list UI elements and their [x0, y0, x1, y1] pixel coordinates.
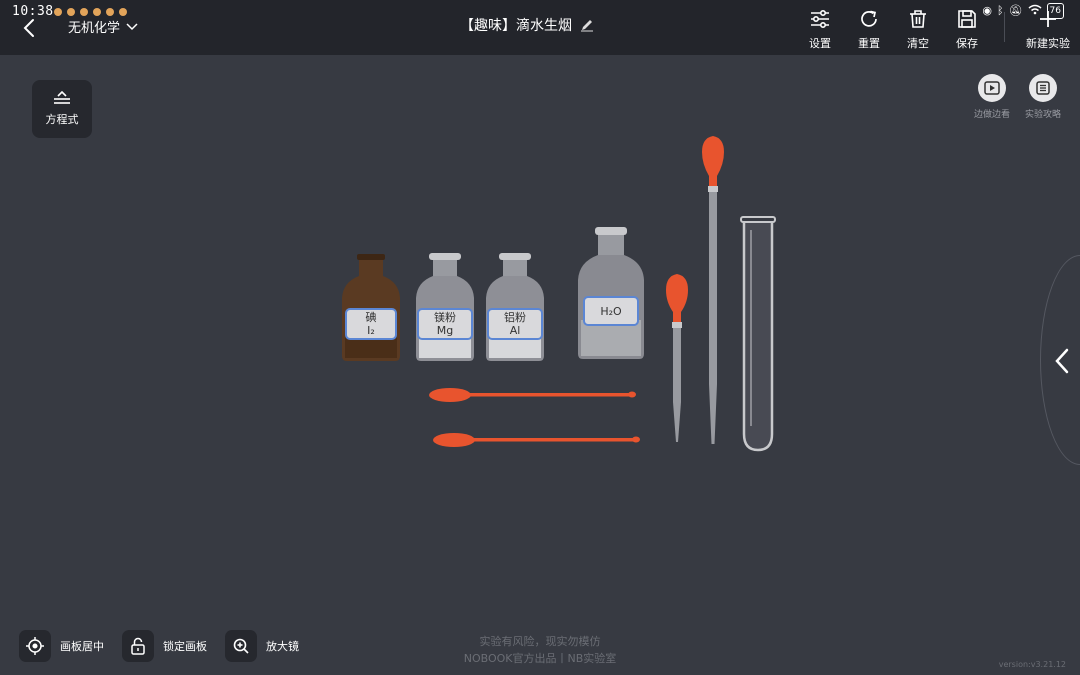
- spoon-icon: [429, 388, 636, 402]
- dropper-long[interactable]: [700, 134, 726, 448]
- medicine-spoon[interactable]: [432, 431, 642, 449]
- play-icon: [978, 74, 1006, 102]
- apparatus-drawer-toggle[interactable]: [1040, 255, 1080, 465]
- reagent-formula: I₂: [367, 324, 375, 337]
- clear-button[interactable]: 清空: [898, 8, 938, 52]
- top-bar: 10:38 ◉ ᛒ 🔕︎ 76 无机化学 【趣味】滴水生烟 设置 重置 清空 保…: [0, 0, 1080, 55]
- experiment-guide-label: 实验攻略: [1024, 110, 1061, 120]
- edit-pencil-icon: [581, 20, 593, 32]
- brand-credit: NOBOOK官方出品丨NB实验室: [463, 652, 617, 665]
- save-icon: [958, 10, 976, 28]
- new-experiment-button[interactable]: 新建实验: [1026, 8, 1070, 52]
- back-button[interactable]: [18, 14, 40, 42]
- watch-while-doing-button[interactable]: 边做边看: [967, 74, 1017, 120]
- chevron-left-icon: [23, 19, 34, 37]
- clear-bottle-icon: [578, 227, 644, 359]
- notification-icon: [119, 8, 127, 16]
- reagent-label: 碘 I₂: [345, 308, 397, 340]
- lock-canvas-button[interactable]: 锁定画板: [122, 630, 207, 662]
- dropper-icon: [666, 274, 688, 442]
- settings-button[interactable]: 设置: [800, 8, 840, 52]
- reagent-bottle-magnesium[interactable]: 镁粉 Mg: [413, 252, 477, 364]
- version-label: version:v3.21.12: [998, 660, 1066, 669]
- notification-icon: [67, 8, 75, 16]
- watch-while-doing-label: 边做边看: [973, 110, 1010, 120]
- reagent-label: 铝粉 Al: [487, 308, 543, 340]
- reagent-name: 镁粉: [434, 311, 456, 324]
- magnifier-button[interactable]: 放大镜: [225, 630, 299, 662]
- equation-label: 方程式: [45, 113, 79, 126]
- footer-notice: 实验有风险，现实勿模仿 NOBOOK官方出品丨NB实验室: [440, 633, 640, 667]
- zoom-in-icon: [225, 630, 257, 662]
- plus-icon: [1040, 11, 1056, 27]
- trash-icon: [910, 10, 926, 28]
- settings-label: 设置: [809, 37, 831, 50]
- magnifier-label: 放大镜: [266, 640, 299, 653]
- reagent-name: 铝粉: [504, 311, 526, 324]
- reagent-formula: Al: [509, 324, 521, 337]
- bluetooth-icon: ᛒ: [996, 4, 1004, 17]
- reagent-name: 碘: [365, 311, 377, 324]
- experiment-title[interactable]: 【趣味】滴水生烟: [460, 15, 594, 35]
- refresh-icon: [861, 10, 877, 27]
- test-tube[interactable]: [740, 216, 776, 452]
- reagent-label: H₂O: [583, 296, 639, 326]
- reagent-bottle-water[interactable]: H₂O: [575, 226, 647, 362]
- unlock-icon: [122, 630, 154, 662]
- chevron-down-icon: [126, 22, 138, 30]
- category-dropdown[interactable]: 无机化学: [68, 17, 138, 36]
- reagent-label: 镁粉 Mg: [417, 308, 473, 340]
- save-label: 保存: [956, 37, 978, 50]
- notification-icon: [54, 8, 62, 16]
- new-experiment-label: 新建实验: [1026, 37, 1070, 50]
- category-label: 无机化学: [68, 21, 121, 36]
- lock-canvas-label: 锁定画板: [163, 640, 207, 653]
- toolbar-divider: [1004, 12, 1005, 42]
- clear-label: 清空: [907, 37, 929, 50]
- center-canvas-label: 画板居中: [60, 640, 104, 653]
- chevron-left-icon: [1055, 348, 1069, 374]
- experiment-guide-button[interactable]: 实验攻略: [1018, 74, 1068, 120]
- experiment-title-text: 【趣味】滴水生烟: [460, 18, 572, 34]
- reagent-formula: Mg: [436, 324, 454, 337]
- notification-icon: [93, 8, 101, 16]
- reagent-bottle-iodine[interactable]: 碘 I₂: [339, 252, 403, 364]
- reset-button[interactable]: 重置: [849, 8, 889, 52]
- reagent-bottle-aluminium[interactable]: 铝粉 Al: [483, 252, 547, 364]
- medicine-spoon[interactable]: [428, 386, 638, 404]
- equation-button[interactable]: 方程式: [32, 80, 92, 138]
- notification-icon: [106, 8, 114, 16]
- equation-icon: [54, 91, 70, 104]
- dropper-short[interactable]: [664, 272, 690, 446]
- notification-icon: [80, 8, 88, 16]
- crosshair-icon: [19, 630, 51, 662]
- reset-label: 重置: [858, 37, 880, 50]
- spoon-icon: [433, 433, 640, 447]
- safety-warning: 实验有风险，现实勿模仿: [479, 635, 601, 648]
- center-canvas-button[interactable]: 画板居中: [19, 630, 104, 662]
- mute-icon: 🔕︎: [1008, 4, 1023, 17]
- save-button[interactable]: 保存: [947, 8, 987, 52]
- document-list-icon: [1029, 74, 1057, 102]
- dropper-icon: [702, 136, 724, 444]
- settings-sliders-icon: [811, 9, 829, 29]
- reagent-formula: H₂O: [600, 304, 622, 318]
- test-tube-icon: [740, 216, 776, 452]
- notification-dots: [54, 8, 127, 16]
